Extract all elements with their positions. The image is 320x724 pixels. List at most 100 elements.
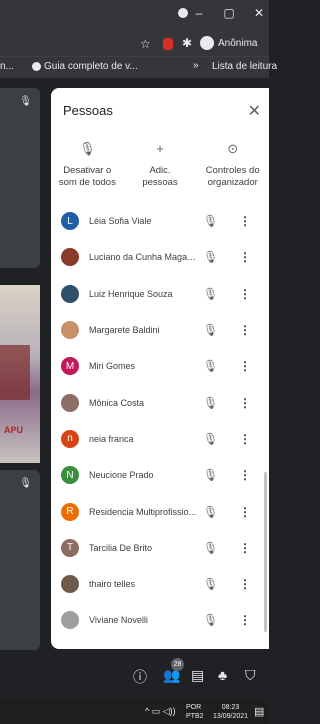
avatar bbox=[61, 611, 79, 630]
people-count-badge: 28 bbox=[171, 658, 184, 671]
avatar bbox=[61, 321, 79, 340]
more-options-icon[interactable]: ⋮ bbox=[239, 250, 251, 264]
more-options-icon[interactable]: ⋮ bbox=[239, 359, 251, 373]
mic-off-icon: 🎙 bbox=[19, 96, 32, 107]
bookmark-label: Guia completo de v... bbox=[44, 61, 138, 72]
list-item[interactable]: L Léia Sofia Viale 🎙 ⋮ bbox=[51, 203, 269, 239]
action-label: som de todos bbox=[58, 177, 116, 188]
action-label: pessoas bbox=[142, 177, 178, 188]
more-options-icon[interactable]: ⋮ bbox=[239, 541, 251, 555]
more-options-icon[interactable]: ⋮ bbox=[239, 323, 251, 337]
lang-label: POR bbox=[186, 704, 202, 711]
list-item[interactable]: Margarete Baldini 🎙 ⋮ bbox=[51, 312, 269, 348]
list-item[interactable]: N Neucione Prado 🎙 ⋮ bbox=[51, 457, 269, 493]
more-options-icon[interactable]: ⋮ bbox=[239, 613, 251, 627]
maximize-icon[interactable]: ▢ bbox=[223, 6, 235, 20]
avatar: R bbox=[61, 502, 79, 521]
avatar: M bbox=[61, 357, 79, 376]
host-controls-icon: ⊙ bbox=[227, 141, 239, 156]
window-controls: – ▢ ✕ bbox=[193, 6, 265, 20]
participant-name: Mônica Costa bbox=[89, 397, 145, 408]
chat-icon[interactable]: ▤ bbox=[191, 667, 204, 684]
list-item[interactable]: Mônica Costa 🎙 ⋮ bbox=[51, 384, 269, 420]
clock[interactable]: 08:23 13/09/2021 bbox=[213, 703, 248, 721]
mic-off-icon: 🎙 bbox=[79, 141, 96, 156]
more-options-icon[interactable]: ⋮ bbox=[239, 396, 251, 410]
action-button[interactable]: ⊙ Controles do organizador bbox=[196, 141, 269, 189]
list-item[interactable]: n neia franca 🎙 ⋮ bbox=[51, 421, 269, 457]
date-label: 13/09/2021 bbox=[213, 713, 249, 720]
mic-off-icon: 🎙 bbox=[19, 478, 32, 489]
incognito-icon bbox=[200, 36, 214, 50]
mic-off-icon[interactable]: 🎙 bbox=[203, 541, 218, 555]
more-options-icon[interactable]: ⋮ bbox=[239, 287, 251, 301]
close-window-icon[interactable]: ✕ bbox=[253, 6, 265, 20]
activities-icon[interactable]: ♣ bbox=[218, 667, 227, 683]
reading-list[interactable]: Lista de leitura bbox=[212, 61, 277, 72]
action-label: Adic. bbox=[149, 165, 171, 176]
browser-toolbar: ☆ ✱ Anônima bbox=[0, 34, 269, 56]
info-icon[interactable]: ⓘ bbox=[133, 667, 147, 687]
security-icon[interactable]: ⛉ bbox=[245, 667, 256, 684]
participant-name: Margarete Baldini bbox=[89, 325, 160, 336]
more-options-icon[interactable]: ⋮ bbox=[239, 214, 251, 228]
mic-off-icon[interactable]: 🎙 bbox=[203, 577, 218, 591]
scrollbar[interactable] bbox=[264, 472, 267, 632]
action-button[interactable]: + Adic. pessoas bbox=[124, 141, 197, 189]
video-tile[interactable]: 🎙 bbox=[0, 88, 40, 268]
video-content bbox=[0, 345, 30, 400]
list-item[interactable]: Luciano da Cunha Magalh... 🎙 ⋮ bbox=[51, 239, 269, 275]
avatar: T bbox=[61, 538, 79, 557]
bookmark-item[interactable]: Guia completo de v... bbox=[32, 61, 138, 72]
extension-icon[interactable] bbox=[163, 38, 173, 50]
video-tile[interactable]: APU bbox=[0, 285, 40, 463]
meeting-controls: ⓘ 👥 28 ▤ ♣ ⛉ bbox=[0, 655, 269, 695]
more-options-icon[interactable]: ⋮ bbox=[239, 432, 251, 446]
participant-name: Luiz Henrique Souza bbox=[89, 288, 173, 299]
list-item[interactable]: R Residencia Multiprofissio... 🎙 ⋮ bbox=[51, 493, 269, 529]
participant-name: Léia Sofia Viale bbox=[89, 216, 152, 227]
list-item[interactable]: Luiz Henrique Souza 🎙 ⋮ bbox=[51, 276, 269, 312]
mic-off-icon[interactable]: 🎙 bbox=[203, 359, 218, 373]
bookmark-item[interactable]: n... bbox=[0, 61, 14, 72]
avatar bbox=[61, 284, 79, 303]
globe-icon bbox=[32, 62, 41, 71]
bookmarks-more[interactable]: » bbox=[193, 60, 199, 71]
bookmark-star-icon[interactable]: ☆ bbox=[140, 37, 151, 51]
mic-off-icon[interactable]: 🎙 bbox=[203, 323, 218, 337]
mic-off-icon[interactable]: 🎙 bbox=[203, 250, 218, 264]
avatar: n bbox=[61, 429, 79, 448]
mic-off-icon[interactable]: 🎙 bbox=[203, 287, 218, 301]
avatar: L bbox=[61, 212, 79, 231]
more-options-icon[interactable]: ⋮ bbox=[239, 468, 251, 482]
list-item[interactable]: thairo telles 🎙 ⋮ bbox=[51, 566, 269, 602]
participant-name: Tarcilia De Brito bbox=[89, 542, 153, 553]
mic-off-icon[interactable]: 🎙 bbox=[203, 468, 218, 482]
action-button[interactable]: 🎙 Desativar o som de todos bbox=[51, 141, 124, 189]
puzzle-icon[interactable]: ✱ bbox=[182, 36, 192, 50]
list-item[interactable]: Viviane Novelli 🎙 ⋮ bbox=[51, 602, 269, 638]
video-text: APU bbox=[4, 425, 24, 435]
participant-name: Miri Gomes bbox=[89, 361, 136, 372]
incognito-profile[interactable]: Anônima bbox=[200, 36, 257, 50]
minimize-icon[interactable]: – bbox=[193, 6, 205, 20]
mic-off-icon[interactable]: 🎙 bbox=[203, 613, 218, 627]
mic-off-icon[interactable]: 🎙 bbox=[203, 505, 218, 519]
more-options-icon[interactable]: ⋮ bbox=[239, 505, 251, 519]
mic-off-icon[interactable]: 🎙 bbox=[203, 432, 218, 446]
bookmarks-bar: n... Guia completo de v... » Lista de le… bbox=[0, 56, 277, 76]
mic-off-icon[interactable]: 🎙 bbox=[203, 396, 218, 410]
participant-name: Residencia Multiprofissio... bbox=[89, 506, 197, 517]
video-tile[interactable]: 🎙 bbox=[0, 470, 40, 650]
close-icon[interactable]: ✕ bbox=[248, 101, 261, 121]
participant-list: L Léia Sofia Viale 🎙 ⋮ Luciano da Cunha Maga… bbox=[51, 203, 269, 639]
notification-icon[interactable]: ▤ bbox=[254, 705, 264, 718]
add-person-icon: + bbox=[156, 141, 164, 156]
list-item[interactable]: M Miri Gomes 🎙 ⋮ bbox=[51, 348, 269, 384]
incognito-label: Anônima bbox=[218, 37, 258, 49]
mic-off-icon[interactable]: 🎙 bbox=[203, 214, 218, 228]
more-options-icon[interactable]: ⋮ bbox=[239, 577, 251, 591]
language-indicator[interactable]: POR PTB2 bbox=[186, 703, 204, 721]
system-tray-icons[interactable]: ^ ▭ ◁)) bbox=[145, 706, 176, 717]
list-item[interactable]: T Tarcilia De Brito 🎙 ⋮ bbox=[51, 530, 269, 566]
